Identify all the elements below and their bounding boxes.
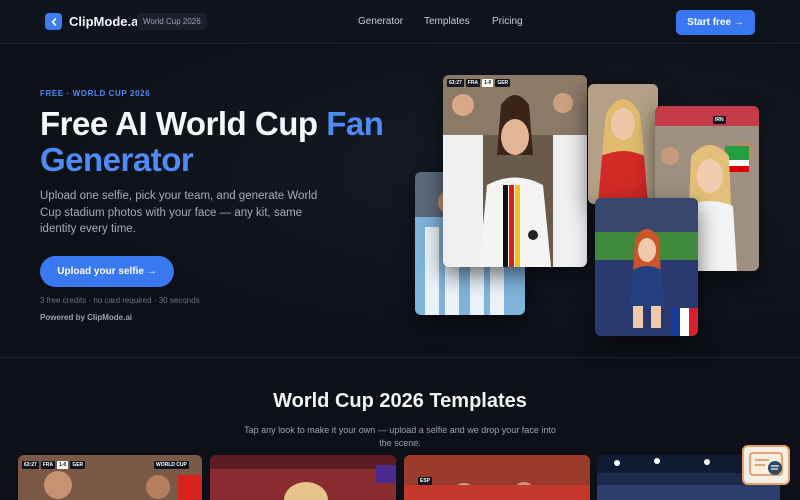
nav-link-generator[interactable]: Generator: [358, 16, 403, 27]
fan-photo-germany[interactable]: 63:27 FRA 1-0 GER: [443, 75, 587, 267]
logo-icon[interactable]: [45, 13, 62, 30]
templates-title: World Cup 2026 Templates: [273, 390, 527, 412]
fan-photo-france[interactable]: [595, 198, 698, 336]
template-card-2[interactable]: [210, 455, 396, 500]
credits-note: 3 free credits · no card required · 30 s…: [40, 296, 200, 305]
template1-tag-text: WORLD CUP: [154, 461, 189, 469]
upload-selfie-button[interactable]: Upload your selfie →: [40, 256, 174, 287]
fan-photo-spain[interactable]: [588, 84, 658, 204]
scoreboard-away: GER: [495, 79, 511, 87]
nav-link-pricing[interactable]: Pricing: [492, 16, 523, 27]
template1-tag: WORLD CUP: [154, 461, 189, 469]
support-chat-button[interactable]: [742, 445, 790, 485]
top-navbar: ClipMode.ai World Cup 2026 Generator Tem…: [0, 0, 800, 44]
title-accent-generator: Generator: [40, 141, 194, 178]
template1-home: FRA: [40, 461, 56, 469]
template-card-3[interactable]: ESP: [404, 455, 590, 500]
template1-scoreboard: 63:27 FRA 1-0 GER: [22, 461, 86, 469]
section-divider: [0, 357, 800, 358]
start-free-button[interactable]: Start free →: [676, 10, 755, 35]
template1-away: GER: [70, 461, 86, 469]
title-accent-fan: Fan: [326, 105, 384, 142]
hero-description: Upload one selfie, pick your team, and g…: [40, 190, 318, 235]
powered-by: Powered by ClipMode.ai: [40, 313, 133, 322]
templates-subtitle: Tap any look to make it your own — uploa…: [244, 425, 556, 448]
scoreboard-overlay: 63:27 FRA 1-0 GER: [447, 79, 511, 87]
nav-link-templates[interactable]: Templates: [424, 16, 470, 27]
iran-team-label: IRN: [713, 116, 726, 124]
template3-scoreboard: ESP: [418, 477, 433, 485]
iran-scoreboard: IRN: [713, 116, 726, 124]
template3-team: ESP: [418, 477, 433, 485]
hero-title: Free AI World Cup Fan Generator: [40, 106, 420, 178]
scoreboard-home: FRA: [465, 79, 481, 87]
event-badge: World Cup 2026: [137, 13, 207, 30]
scoreboard-time: 63:27: [447, 79, 464, 87]
title-text: Free AI World Cup: [40, 105, 327, 142]
template1-time: 63:27: [22, 461, 39, 469]
support-chat-icon: [749, 452, 783, 476]
template-card-1[interactable]: 63:27 FRA 1-0 GER WORLD CUP: [18, 455, 202, 500]
scoreboard-score: 1-0: [482, 79, 494, 87]
template1-score: 1-0: [57, 461, 69, 469]
hero-eyebrow: FREE · WORLD CUP 2026: [40, 89, 151, 98]
brand-name[interactable]: ClipMode.ai: [69, 14, 142, 29]
